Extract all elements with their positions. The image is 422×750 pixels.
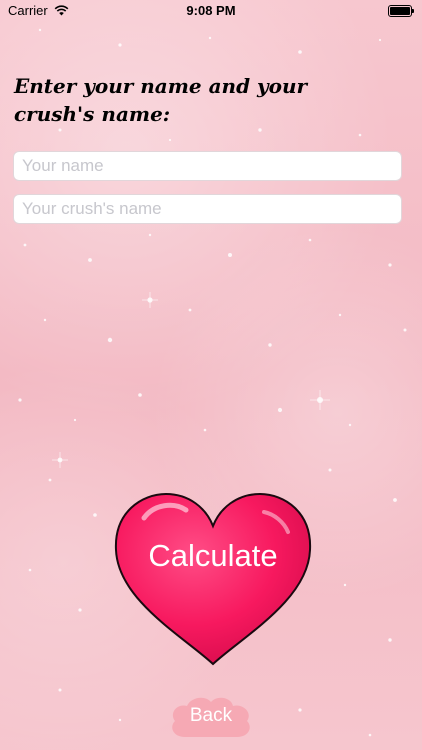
heading-line-2: crush's name: <box>14 102 171 126</box>
status-time: 9:08 PM <box>186 3 236 18</box>
heart-icon <box>114 492 312 666</box>
calculate-label: Calculate <box>148 538 278 573</box>
battery-icon <box>388 5 414 17</box>
back-label: Back <box>189 705 233 726</box>
back-button[interactable]: Back <box>167 693 255 741</box>
heading-line-1: Enter your name and your <box>14 74 308 98</box>
crush-name-field[interactable] <box>13 194 402 224</box>
your-name-field[interactable] <box>13 151 402 181</box>
calculate-button[interactable]: Calculate <box>114 492 312 668</box>
status-bar: Carrier 9:08 PM <box>0 0 422 22</box>
instruction-heading: Enter your name and your crush's name: <box>14 72 374 128</box>
